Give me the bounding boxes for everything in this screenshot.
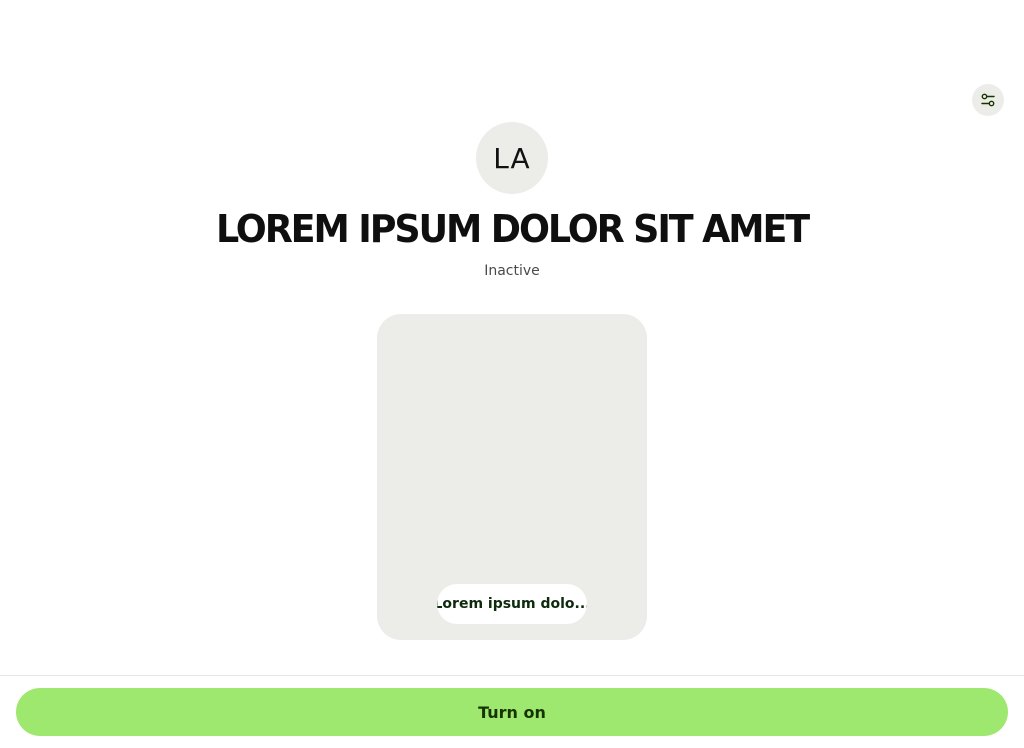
avatar: LA [476, 122, 548, 194]
page-title: LOREM IPSUM DOLOR SIT AMET [215, 207, 810, 251]
preview-card[interactable]: Lorem ipsum dolo... [377, 314, 647, 640]
page: LA LOREM IPSUM DOLOR SIT AMET Inactive L… [0, 0, 1024, 748]
sliders-icon [981, 93, 995, 107]
settings-button[interactable] [972, 84, 1004, 116]
status-text: Inactive [484, 263, 540, 279]
turn-on-button[interactable]: Turn on [16, 688, 1008, 736]
footer-divider [0, 675, 1024, 676]
card-chip[interactable]: Lorem ipsum dolo... [437, 584, 587, 624]
